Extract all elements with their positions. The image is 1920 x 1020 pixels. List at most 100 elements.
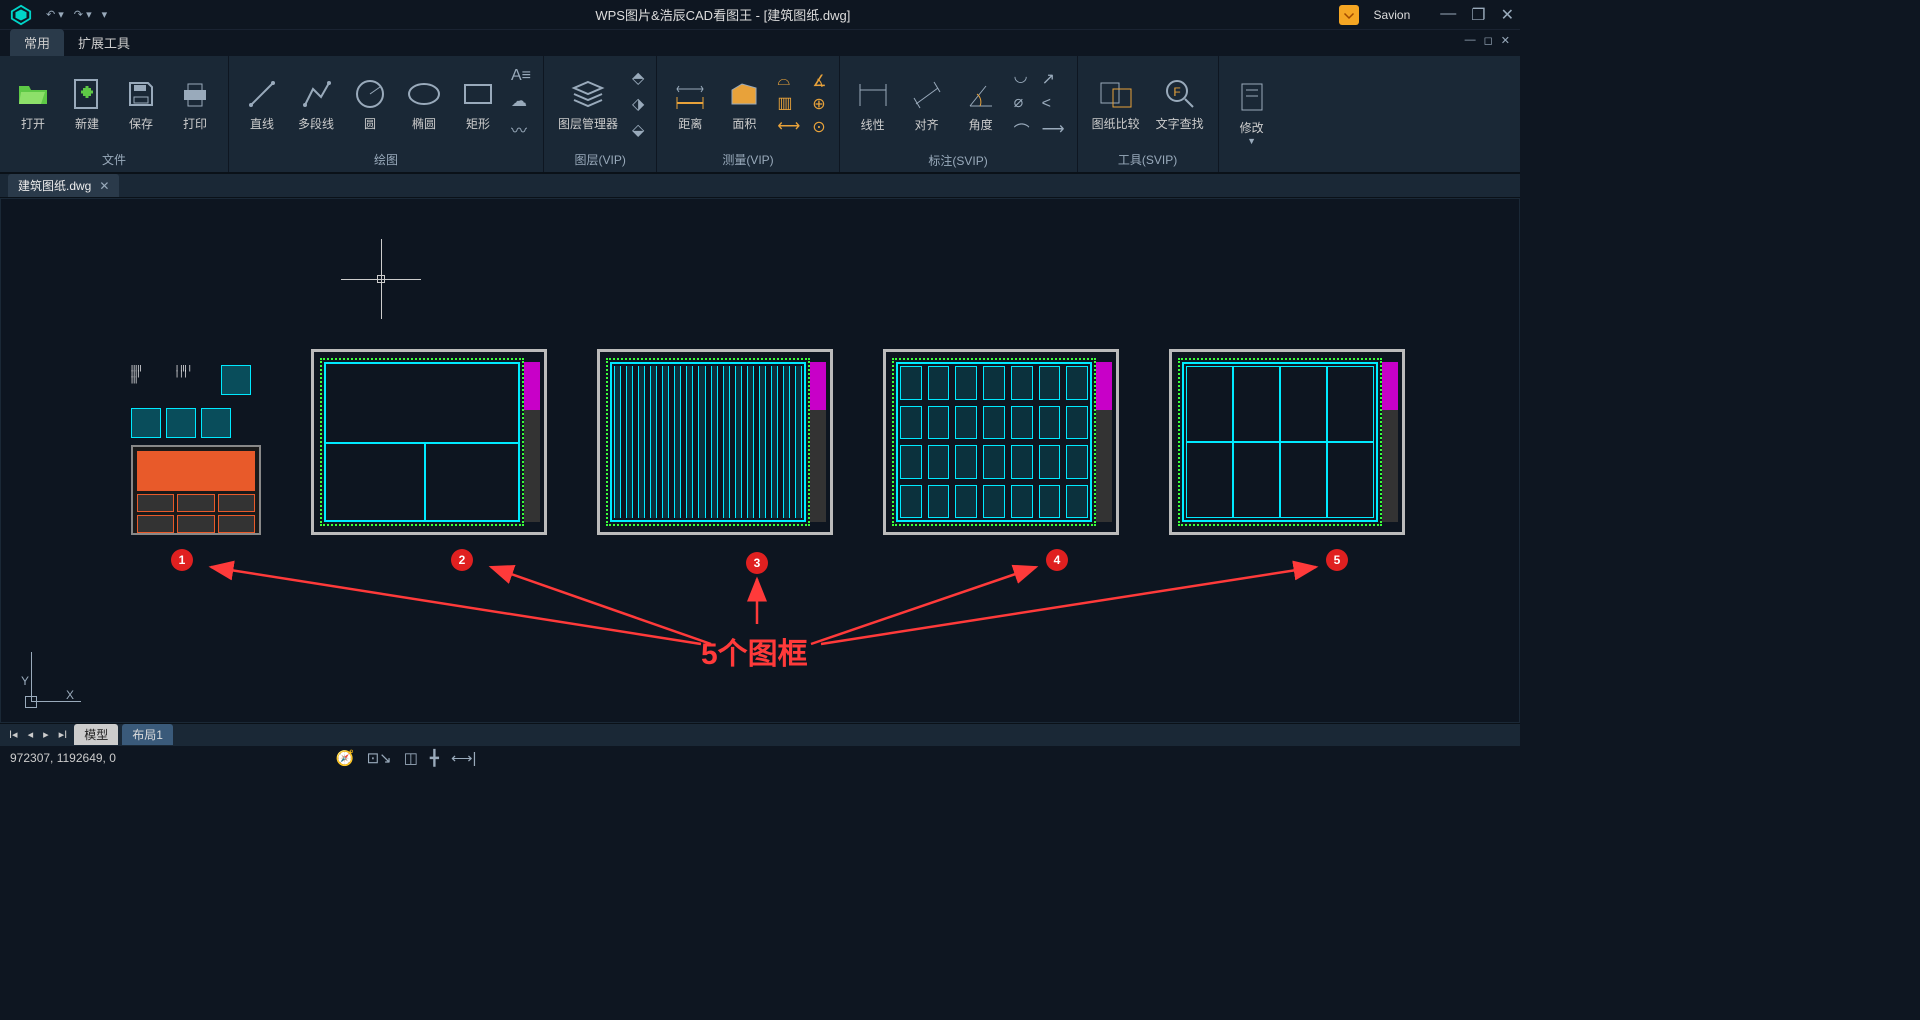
layout-first-icon[interactable]: I◂ (6, 728, 21, 741)
ribbon-panel-layer: 图层管理器 ⬘ ⬗ ⬙ 图层(VIP) (544, 56, 657, 172)
file-new-icon (73, 75, 101, 113)
measure-angle-icon[interactable]: ∡ (812, 71, 826, 91)
drawing-frame-4 (883, 349, 1119, 535)
measure-coord-icon[interactable]: ⊕ (812, 94, 826, 114)
quick-access-toolbar: ↶ ▾ ↷ ▾ ▾ (46, 8, 107, 21)
layers-icon (570, 75, 606, 113)
area-button[interactable]: 面积 (719, 71, 769, 136)
window-controls: — ❐ ✕ (1440, 5, 1514, 25)
layer-prev-icon[interactable]: ⬗ (632, 94, 644, 114)
findtext-button[interactable]: F 文字查找 (1150, 71, 1210, 136)
maximize-icon[interactable]: ❐ (1471, 5, 1485, 25)
tab-close-icon[interactable]: ✕ (99, 179, 109, 193)
ortho-toggle-icon[interactable]: ◫ (404, 749, 418, 767)
drawing-frames-row: |||||||||||| | ||| || | | (131, 349, 1405, 535)
diameter-dim-icon[interactable]: ⌀ (1014, 92, 1030, 112)
compare-button[interactable]: 图纸比较 (1086, 71, 1146, 136)
grid-toggle-icon[interactable]: ╋ (430, 749, 439, 767)
layout-tab-layout1[interactable]: 布局1 (122, 724, 173, 745)
statusbar: 972307, 1192649, 0 🧭 ⊡↘ ◫ ╋ ⟷| (0, 745, 1520, 769)
ellipse-button[interactable]: 椭圆 (399, 71, 449, 136)
continue-dim-icon[interactable]: ⟶ (1042, 119, 1065, 139)
ribbon: 打开 新建 保存 打印 文件 直线 多段线 (0, 56, 1520, 174)
ribbon-panel-file: 打开 新建 保存 打印 文件 (0, 56, 229, 172)
snap-toggle-icon[interactable]: ⊡↘ (367, 749, 392, 767)
extent-toggle-icon[interactable]: ⟷| (451, 749, 476, 767)
user-avatar-icon[interactable] (1339, 5, 1359, 25)
polyline-icon (299, 75, 333, 113)
ribbon-panel-modify-title (1219, 168, 1285, 172)
rect-button[interactable]: 矩形 (453, 71, 503, 136)
open-button[interactable]: 打开 (8, 71, 58, 136)
annotation-badge-4: 4 (1046, 549, 1068, 571)
child-restore-icon[interactable]: ◻ (1484, 34, 1493, 47)
line-button[interactable]: 直线 (237, 71, 287, 136)
draw-extra-column: A≡ ☁ 〰 (507, 63, 535, 145)
layout-next-icon[interactable]: ▸ (40, 728, 52, 741)
layer-manager-button[interactable]: 图层管理器 (552, 71, 624, 136)
save-button[interactable]: 保存 (116, 71, 166, 136)
measure-id-icon[interactable]: ⊙ (812, 117, 826, 137)
minimize-icon[interactable]: — (1440, 5, 1456, 25)
drawing-canvas[interactable]: |||||||||||| | ||| || | | (0, 198, 1520, 723)
annotation-label: 5个图框 (701, 629, 808, 673)
leader-icon[interactable]: ↗ (1042, 69, 1065, 89)
compass-toggle-icon[interactable]: 🧭 (336, 749, 355, 767)
app-logo (6, 0, 36, 30)
aligned-dim-button[interactable]: 对齐 (902, 72, 952, 137)
drawing-frame-3 (597, 349, 833, 535)
window-title: WPS图片&浩辰CAD看图王 - [建筑图纸.dwg] (107, 5, 1338, 24)
drawing-frame-1: |||||||||||| | ||| || | | (131, 365, 261, 535)
modify-icon (1238, 79, 1266, 117)
rect-icon (461, 75, 495, 113)
text-icon[interactable]: A≡ (511, 67, 531, 85)
circle-button[interactable]: 圆 (345, 71, 395, 136)
distance-icon (673, 75, 707, 113)
document-tabs: 建筑图纸.dwg ✕ (0, 174, 1520, 198)
radius-dim-icon[interactable]: ◡ (1014, 66, 1030, 86)
line-icon (245, 75, 279, 113)
ordinate-icon[interactable]: < (1042, 95, 1065, 113)
drawing-frame-5 (1169, 349, 1405, 535)
ribbon-panel-draw-title: 绘图 (229, 151, 543, 172)
layout-prev-icon[interactable]: ◂ (25, 728, 37, 741)
distance-button[interactable]: 距离 (665, 71, 715, 136)
print-button[interactable]: 打印 (170, 71, 220, 136)
child-minimize-icon[interactable]: — (1465, 34, 1476, 47)
close-icon[interactable]: ✕ (1501, 5, 1514, 25)
layout-bar: I◂ ◂ ▸ ▸I 模型 布局1 (0, 723, 1520, 745)
arc-dim-icon[interactable]: ⌒ (1014, 118, 1030, 142)
spline-icon[interactable]: 〰 (511, 117, 531, 141)
user-name: Savion (1374, 8, 1411, 22)
angular-dim-icon (964, 76, 998, 114)
titlebar: ↶ ▾ ↷ ▾ ▾ WPS图片&浩辰CAD看图王 - [建筑图纸.dwg] Sa… (0, 0, 1520, 30)
polyline-button[interactable]: 多段线 (291, 71, 341, 136)
ribbon-panel-layer-title: 图层(VIP) (544, 151, 656, 172)
undo-icon[interactable]: ↶ ▾ (46, 8, 64, 21)
menu-tab-common[interactable]: 常用 (10, 29, 64, 56)
cloud-icon[interactable]: ☁ (511, 91, 531, 111)
aligned-dim-icon (910, 76, 944, 114)
redo-icon[interactable]: ↷ ▾ (74, 8, 92, 21)
layer-restore-icon[interactable]: ⬙ (632, 120, 644, 140)
child-close-icon[interactable]: ✕ (1501, 34, 1510, 47)
layout-last-icon[interactable]: ▸I (56, 728, 71, 741)
document-tab[interactable]: 建筑图纸.dwg ✕ (8, 174, 119, 197)
layer-close-icon[interactable]: ⬘ (632, 68, 644, 88)
linear-dim-button[interactable]: 线性 (848, 72, 898, 137)
new-button[interactable]: 新建 (62, 71, 112, 136)
layout-tab-model[interactable]: 模型 (74, 724, 118, 745)
document-tab-label: 建筑图纸.dwg (18, 177, 91, 194)
ribbon-panel-tools: 图纸比较 F 文字查找 工具(SVIP) (1078, 56, 1219, 172)
menu-bar: 常用 扩展工具 — ◻ ✕ (0, 30, 1520, 56)
menu-tab-extend[interactable]: 扩展工具 (64, 29, 144, 56)
ruler-dim-icon[interactable]: ⟷ (777, 116, 800, 136)
print-icon (180, 75, 210, 113)
ucs-indicator: Y X (21, 674, 74, 702)
ellipse-icon (406, 75, 442, 113)
drawing-frame-2 (311, 349, 547, 535)
arc-length-icon[interactable]: ⌓ (777, 72, 800, 90)
angular-dim-button[interactable]: 角度 (956, 72, 1006, 137)
scale-icon[interactable]: ▥ (777, 93, 800, 113)
modify-button[interactable]: 修改 ▼ (1227, 75, 1277, 150)
